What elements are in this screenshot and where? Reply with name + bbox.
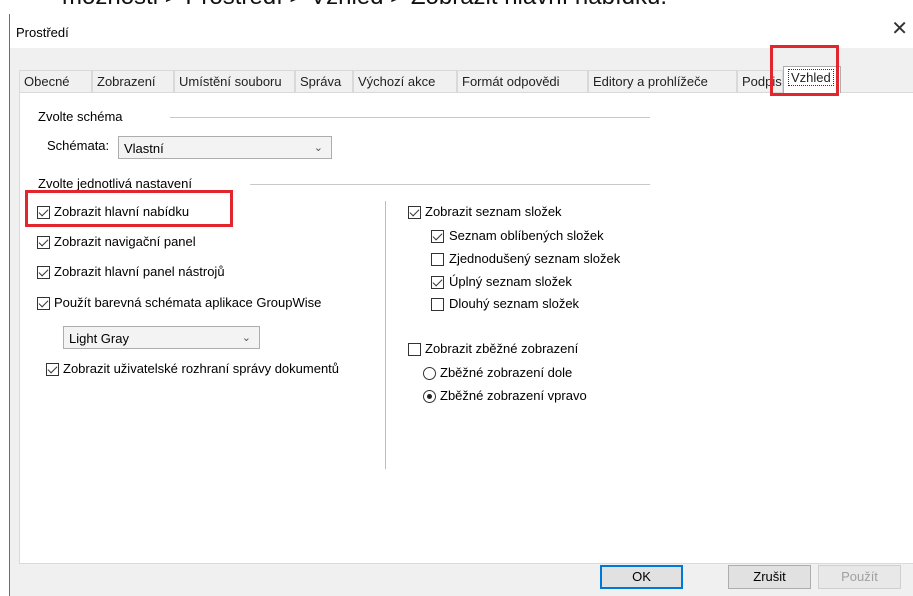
favorite-folders-label: Seznam oblíbených složek xyxy=(449,228,604,243)
quick-view-bottom-radio[interactable] xyxy=(423,367,436,380)
settings-group-divider xyxy=(250,184,650,185)
full-folders-checkbox[interactable] xyxy=(431,276,444,289)
settings-group-label: Zvolte jednotlivá nastavení xyxy=(38,176,192,191)
tab-vychozi-akce[interactable]: Výchozí akce xyxy=(353,70,457,92)
show-folder-list-label: Zobrazit seznam složek xyxy=(425,204,562,219)
tab-vzhled[interactable]: Vzhled xyxy=(783,66,841,93)
tab-sprava[interactable]: Správa xyxy=(295,70,353,92)
tab-editory-a-prohlizece[interactable]: Editory a prohlížeče xyxy=(588,70,737,92)
color-scheme-select-value: Light Gray xyxy=(69,331,129,346)
instruction-caption: možnosti > Prostředí > Vzhled > Zobrazit… xyxy=(62,0,913,10)
schemes-select-value: Vlastní xyxy=(124,141,164,156)
tab-obecne[interactable]: Obecné xyxy=(19,70,92,92)
quick-view-right-label: Zběžné zobrazení vpravo xyxy=(440,388,587,403)
show-main-menu-label: Zobrazit hlavní nabídku xyxy=(54,204,190,219)
show-nav-panel-label: Zobrazit navigační panel xyxy=(54,234,196,249)
scheme-group-divider xyxy=(170,117,650,118)
apply-button[interactable]: Použít xyxy=(818,565,901,589)
scheme-group-label: Zvolte schéma xyxy=(38,109,123,124)
full-folders-label: Úplný seznam složek xyxy=(449,274,572,289)
tab-format-odpovedi[interactable]: Formát odpovědi xyxy=(457,70,588,92)
dialog-title: Prostředí xyxy=(16,25,69,40)
long-folders-label: Dlouhý seznam složek xyxy=(449,296,580,311)
chevron-down-icon: ⌄ xyxy=(241,331,251,344)
quick-view-bottom-label: Zběžné zobrazení dole xyxy=(440,365,573,380)
ok-button[interactable]: OK xyxy=(600,565,683,589)
schemes-label: Schémata: xyxy=(47,138,110,153)
close-icon[interactable]: ✕ xyxy=(891,16,908,40)
show-quick-view-label: Zobrazit zběžné zobrazení xyxy=(425,341,579,356)
schemes-select[interactable]: Vlastní ⌄ xyxy=(118,136,332,159)
tab-zobrazeni[interactable]: Zobrazení xyxy=(92,70,174,92)
show-nav-panel-checkbox[interactable] xyxy=(37,236,50,249)
show-main-menu-checkbox[interactable] xyxy=(37,206,50,219)
simplified-folders-checkbox[interactable] xyxy=(431,253,444,266)
column-divider xyxy=(385,201,386,469)
color-scheme-select[interactable]: Light Gray ⌄ xyxy=(63,326,260,349)
simplified-folders-label: Zjednodušený seznam složek xyxy=(449,251,621,266)
tab-umisteni-souboru[interactable]: Umístění souboru xyxy=(174,70,295,92)
quick-view-right-radio[interactable] xyxy=(423,390,436,403)
chevron-down-icon: ⌄ xyxy=(313,141,323,154)
tab-podpis[interactable]: Podpis xyxy=(737,70,783,92)
title-bar: Prostředí ✕ xyxy=(10,14,913,48)
use-color-schemes-checkbox[interactable] xyxy=(37,297,50,310)
show-quick-view-checkbox[interactable] xyxy=(408,343,421,356)
environment-dialog: Prostředí ✕ Obecné Zobrazení Umístění so… xyxy=(9,14,913,596)
show-toolbar-label: Zobrazit hlavní panel nástrojů xyxy=(54,264,225,279)
vzhled-panel: Zvolte schéma Schémata: Vlastní ⌄ Zvolte… xyxy=(19,92,913,564)
long-folders-checkbox[interactable] xyxy=(431,298,444,311)
show-toolbar-checkbox[interactable] xyxy=(37,266,50,279)
use-color-schemes-label: Použít barevná schémata aplikace GroupWi… xyxy=(54,295,322,310)
favorite-folders-checkbox[interactable] xyxy=(431,230,444,243)
show-doc-mgmt-ui-checkbox[interactable] xyxy=(46,363,59,376)
show-folder-list-checkbox[interactable] xyxy=(408,206,421,219)
show-doc-mgmt-ui-label: Zobrazit uživatelské rozhraní správy dok… xyxy=(63,361,340,376)
cancel-button[interactable]: Zrušit xyxy=(728,565,811,589)
